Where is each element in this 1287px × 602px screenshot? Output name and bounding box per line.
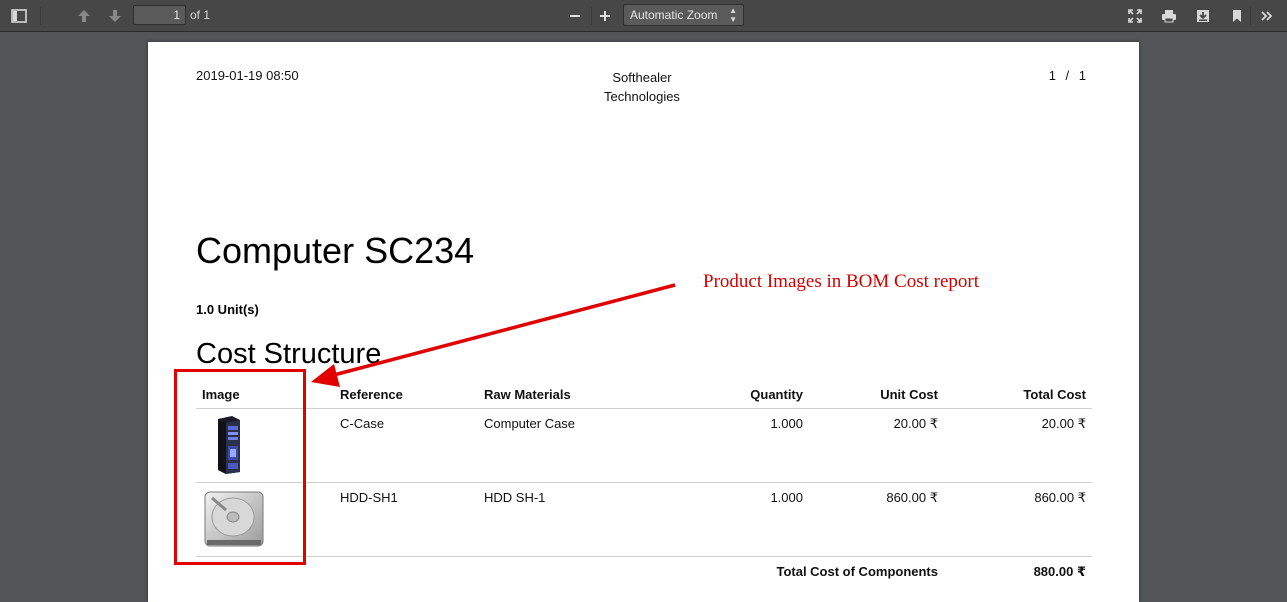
annotation-text: Product Images in BOM Cost report bbox=[703, 271, 980, 292]
annotation-arrow bbox=[311, 283, 676, 387]
